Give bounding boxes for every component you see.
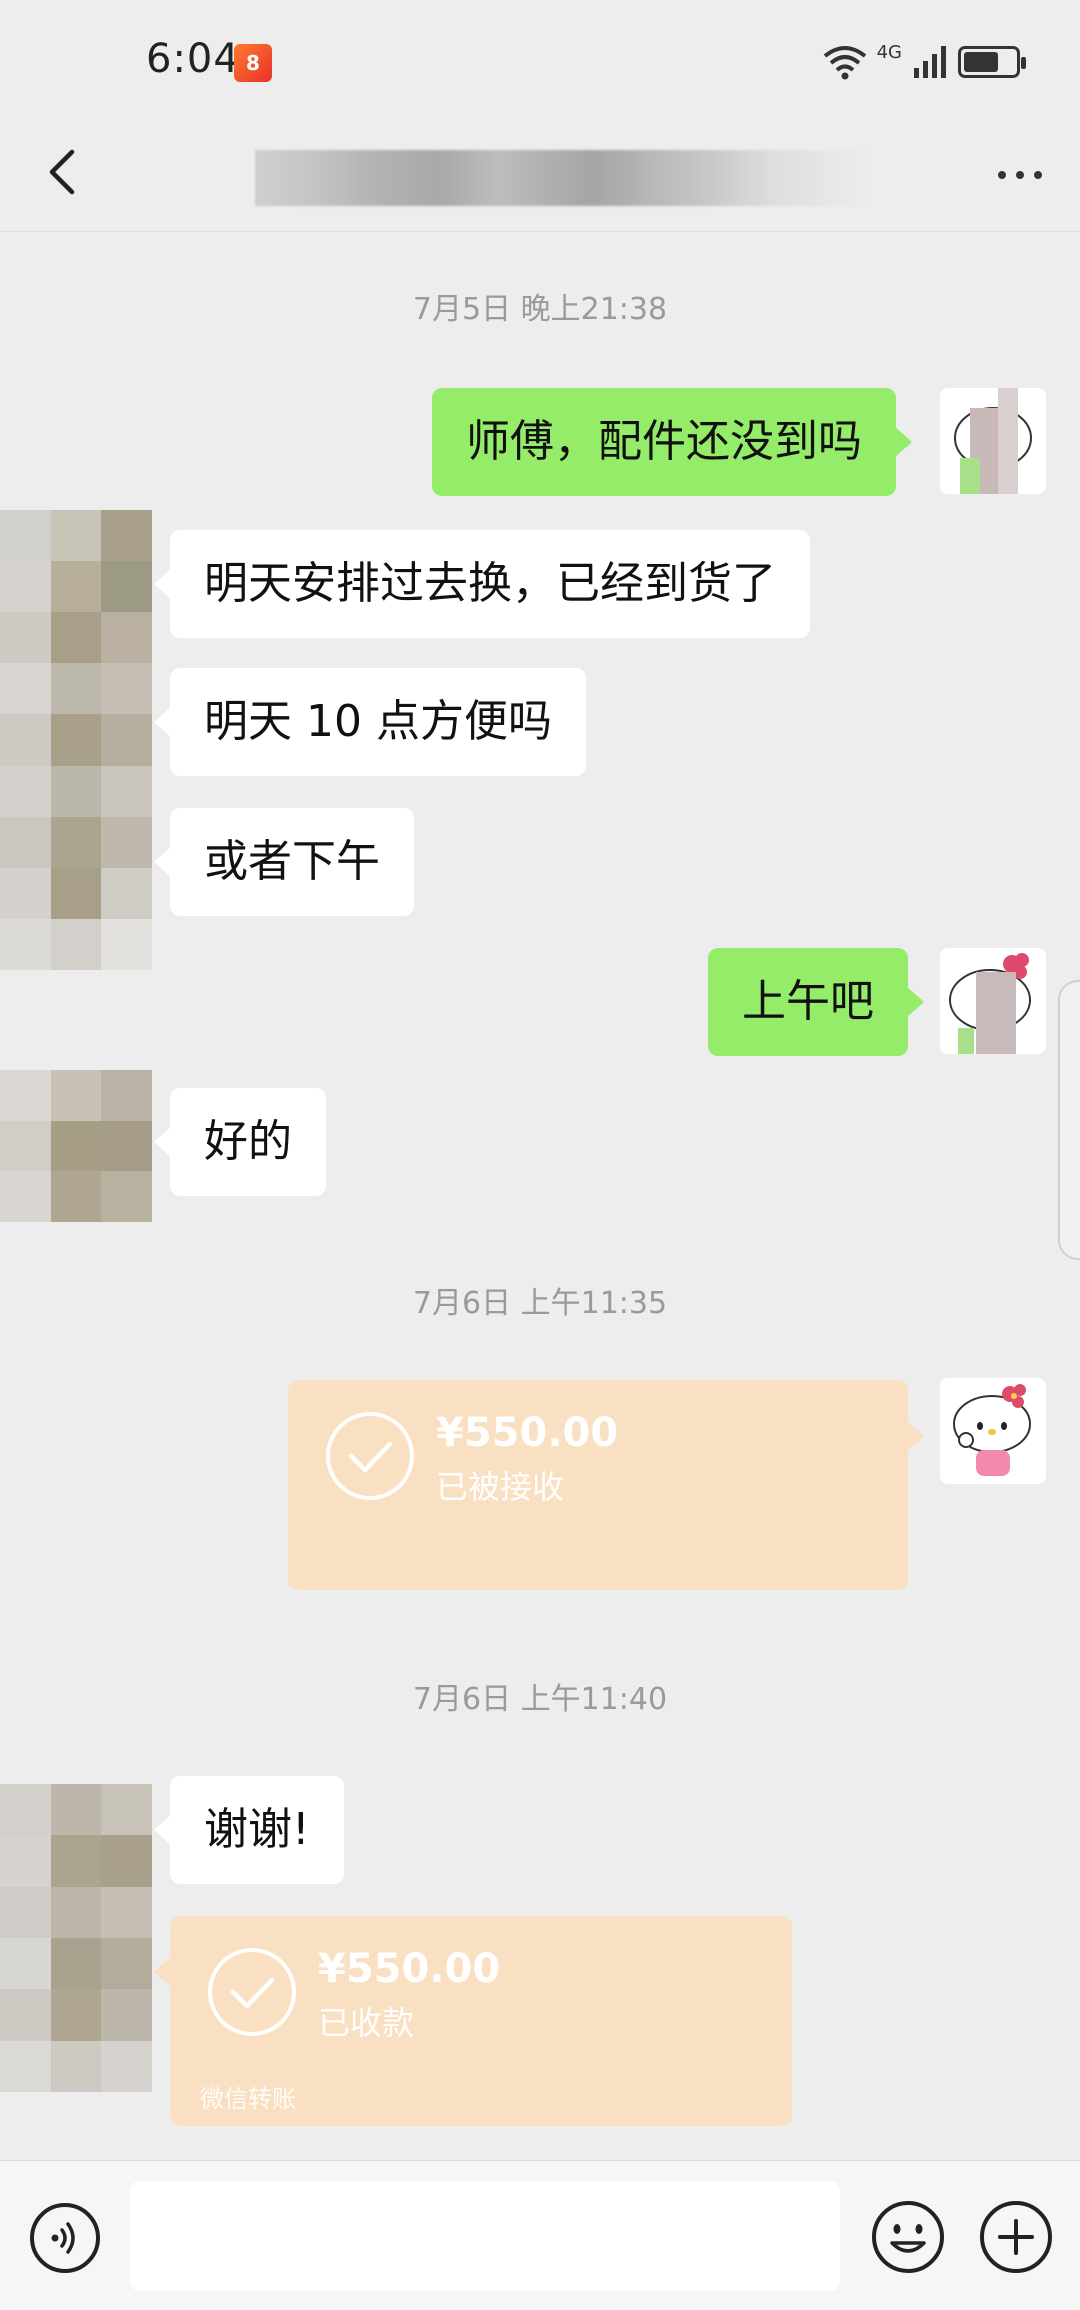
check-circle-icon <box>208 1948 296 2036</box>
timestamp: 7月6日 上午11:40 <box>412 1682 668 1717</box>
message-input[interactable] <box>130 2181 840 2291</box>
status-icons: 4G <box>823 40 1026 84</box>
contact-avatar[interactable] <box>0 510 152 970</box>
transfer-amount: ¥550.00 <box>436 1410 619 1456</box>
status-time: 6:04 <box>146 36 240 82</box>
incoming-message[interactable]: 谢谢! <box>154 1776 344 1884</box>
battery-icon <box>958 46 1026 78</box>
plus-button[interactable] <box>976 2197 1056 2277</box>
back-button[interactable] <box>34 142 94 202</box>
outgoing-message[interactable]: 师傅，配件还没到吗 <box>432 388 912 496</box>
app-notification-icon: 8 <box>234 44 272 82</box>
side-drawer-handle[interactable] <box>1058 980 1080 1260</box>
chat-header <box>0 120 1080 232</box>
incoming-message[interactable]: 好的 <box>154 1088 326 1196</box>
network-type: 4G <box>876 41 902 63</box>
incoming-message[interactable]: 明天安排过去换，已经到货了 <box>154 530 810 638</box>
input-bar <box>0 2160 1080 2310</box>
voice-icon <box>30 2203 100 2273</box>
status-bar: 6:04 8 4G <box>0 0 1080 120</box>
contact-avatar[interactable] <box>0 1784 152 2092</box>
timestamp: 7月5日 晚上21:38 <box>412 292 668 327</box>
my-avatar[interactable] <box>940 388 1046 494</box>
my-avatar[interactable] <box>940 948 1046 1054</box>
my-avatar[interactable] <box>940 1378 1046 1484</box>
more-button[interactable] <box>990 150 1050 200</box>
transfer-card-received[interactable]: ¥550.00 已收款 微信转账 <box>154 1916 792 2126</box>
incoming-message[interactable]: 或者下午 <box>154 808 414 916</box>
signal-icon <box>914 46 946 78</box>
emoji-icon <box>872 2201 944 2273</box>
incoming-message[interactable]: 明天 10 点方便吗 <box>154 668 586 776</box>
emoji-button[interactable] <box>868 2197 948 2277</box>
transfer-amount: ¥550.00 <box>318 1946 501 1992</box>
transfer-footer: 微信转账 <box>200 2085 296 2113</box>
outgoing-message[interactable]: 上午吧 <box>708 948 924 1056</box>
chevron-left-icon <box>49 149 75 195</box>
transfer-status: 已收款 <box>318 2004 415 2042</box>
check-circle-icon <box>326 1412 414 1500</box>
timestamp: 7月6日 上午11:35 <box>412 1286 668 1321</box>
transfer-status: 已被接收 <box>436 1468 565 1506</box>
contact-avatar[interactable] <box>0 1070 152 1222</box>
chat-title-blurred <box>255 150 865 206</box>
transfer-card-sent[interactable]: ¥550.00 已被接收 <box>288 1380 924 1590</box>
wifi-icon <box>823 46 866 80</box>
voice-button[interactable] <box>28 2201 102 2275</box>
plus-icon <box>980 2201 1052 2273</box>
